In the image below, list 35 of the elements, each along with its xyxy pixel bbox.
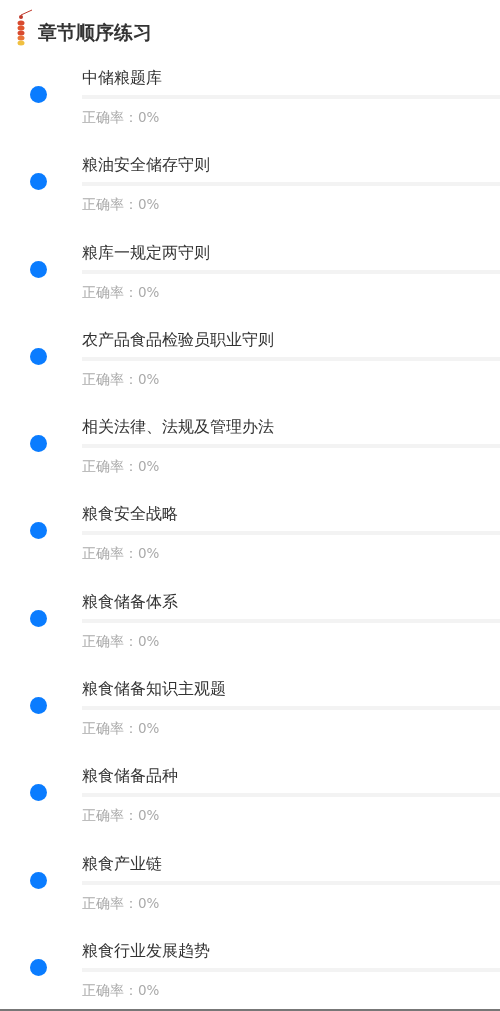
bullet-dot-icon <box>30 784 47 802</box>
chapter-title[interactable]: 粮食储备品种 <box>82 765 500 788</box>
bullet-dot-icon <box>30 871 47 889</box>
firecracker-icon <box>16 9 34 47</box>
chapter-title[interactable]: 粮油安全储存守则 <box>82 154 500 177</box>
chapter-title[interactable]: 农产品食品检验员职业守则 <box>82 328 500 351</box>
accuracy-text: 正确率：0% <box>82 806 161 826</box>
bullet-dot-icon <box>30 522 47 540</box>
accuracy-text: 正确率：0% <box>82 457 161 477</box>
accuracy-text: 正确率：0% <box>82 893 161 913</box>
accuracy-text: 正确率：0% <box>82 719 161 739</box>
bullet-dot-icon <box>30 347 47 365</box>
bullet-dot-icon <box>30 86 47 103</box>
accuracy-text: 正确率：0% <box>82 980 161 1000</box>
chapter-title[interactable]: 粮食行业发展趋势 <box>82 939 500 962</box>
bullet-dot-icon <box>30 697 47 715</box>
bullet-dot-icon <box>30 260 47 278</box>
bullet-dot-icon <box>30 958 47 976</box>
bullet-dot-icon <box>30 435 47 453</box>
chapter-title[interactable]: 粮库一规定两守则 <box>82 241 500 264</box>
accuracy-text: 正确率：0% <box>82 195 161 215</box>
chapter-title[interactable]: 粮食安全战略 <box>82 503 500 526</box>
accuracy-text: 正确率：0% <box>82 108 161 127</box>
chapter-title[interactable]: 中储粮题库 <box>82 67 500 89</box>
chapter-title[interactable]: 粮食储备体系 <box>82 590 500 613</box>
page-title: 章节顺序练习 <box>38 20 152 45</box>
accuracy-text: 正确率：0% <box>82 282 161 302</box>
accuracy-text: 正确率：0% <box>82 369 161 389</box>
bullet-dot-icon <box>30 609 47 627</box>
chapter-title[interactable]: 粮食产业链 <box>82 852 500 875</box>
chapter-title[interactable]: 粮食储备知识主观题 <box>82 678 500 701</box>
accuracy-text: 正确率：0% <box>82 631 161 651</box>
chapter-title[interactable]: 相关法律、法规及管理办法 <box>82 416 500 439</box>
bullet-dot-icon <box>30 173 47 191</box>
accuracy-text: 正确率：0% <box>82 544 161 564</box>
